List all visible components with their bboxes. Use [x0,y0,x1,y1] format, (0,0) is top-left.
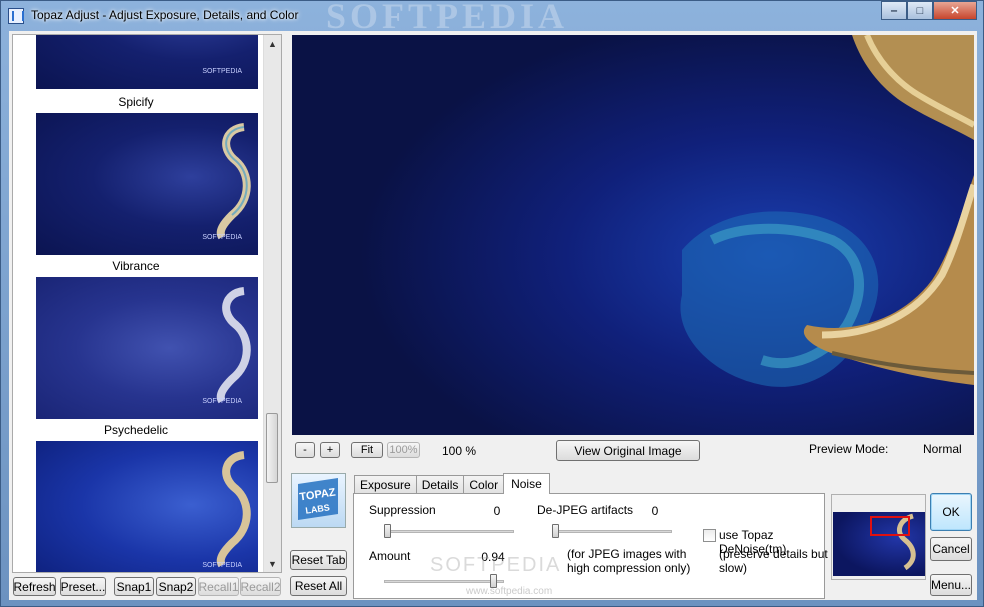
recall2-button[interactable]: Recall2 [240,577,281,596]
zoom-level: 100 % [442,444,477,458]
tab-color[interactable]: Color [463,475,505,494]
scrollbar-thumb[interactable] [266,413,278,483]
reset-tab-button[interactable]: Reset Tab [290,550,347,570]
navigator-thumbnail[interactable] [831,494,926,580]
dejpeg-slider-thumb[interactable] [552,524,559,538]
navigator-view-rectangle[interactable] [870,516,910,536]
refresh-button[interactable]: Refresh [13,577,56,596]
dejpeg-label: De-JPEG artifacts [537,503,634,517]
menu-button[interactable]: Menu... [930,574,972,596]
denoise-checkbox[interactable] [703,529,716,542]
cancel-button[interactable]: Cancel [930,537,972,561]
preview-island-illustration [292,35,974,435]
scroll-up-icon[interactable]: ▲ [264,35,281,52]
preset-button[interactable]: Preset... [60,577,106,596]
tab-noise[interactable]: Noise [503,473,550,494]
logo-graphic: TOPAZ LABS [298,478,338,520]
snap2-button[interactable]: Snap2 [156,577,196,596]
suppression-label: Suppression [369,503,436,517]
denoise-note: (preserve details but slow) [719,547,828,575]
client-area: SOFTPEDIA Spicify SOFTPEDIA Vibrance SOF… [9,31,977,600]
preset-thumbnail[interactable]: SOFTPEDIA [36,277,258,419]
preset-thumbnail[interactable]: SOFTPEDIA [36,35,258,89]
suppression-slider-track[interactable] [384,530,514,533]
thumbnail-watermark: SOFTPEDIA [202,398,242,405]
thumbnail-watermark: SOFTPEDIA [202,234,242,241]
island-shape [216,451,251,568]
amount-slider-track[interactable] [384,580,504,583]
preset-thumbnail[interactable]: SOFTPEDIA [36,441,258,572]
softpedia-url-watermark: www.softpedia.com [466,586,553,597]
thumbnail-watermark: SOFTPEDIA [202,562,242,569]
reset-all-button[interactable]: Reset All [290,576,347,596]
amount-label: Amount [369,549,411,563]
noise-panel: Suppression 0 Amount 0.94 De-JPEG artifa… [353,493,828,599]
title-bar[interactable]: Topaz Adjust - Adjust Exposure, Details,… [1,0,983,36]
preview-mode-value[interactable]: Normal [923,442,962,456]
preset-label[interactable]: Spicify [13,95,259,109]
tab-exposure[interactable]: Exposure [354,475,417,494]
recall1-button[interactable]: Recall1 [198,577,239,596]
scroll-down-icon[interactable]: ▼ [264,555,281,572]
zoom-100-button[interactable]: 100% [387,442,420,458]
island-shape [216,123,251,240]
close-button[interactable]: ✕ [933,1,977,20]
window-controls: ‒ □ ✕ [881,1,977,20]
adjustment-tabs: Exposure Details Color Noise [354,473,550,494]
tab-details[interactable]: Details [415,475,465,494]
preview-mode-label: Preview Mode: [809,442,889,456]
preset-label[interactable]: Psychedelic [13,423,259,437]
dejpeg-note: (for JPEG images with high compression o… [567,547,691,575]
fit-button[interactable]: Fit [351,442,383,458]
ok-button[interactable]: OK [930,493,972,531]
suppression-slider-thumb[interactable] [384,524,391,538]
preset-scrollbar[interactable]: ▲ ▼ [263,35,281,572]
thumbnail-watermark: SOFTPEDIA [202,68,242,75]
zoom-in-button[interactable]: + [320,442,340,458]
suppression-value[interactable]: 0 [480,502,514,520]
topaz-labs-logo: TOPAZ LABS [291,473,346,528]
app-window: Topaz Adjust - Adjust Exposure, Details,… [0,0,984,607]
preview-image[interactable] [292,35,974,435]
preset-list[interactable]: SOFTPEDIA Spicify SOFTPEDIA Vibrance SOF… [12,34,282,573]
softpedia-watermark: SOFTPEDIA [430,554,562,576]
view-original-button[interactable]: View Original Image [556,440,700,461]
snap1-button[interactable]: Snap1 [114,577,154,596]
preset-thumbnail[interactable]: SOFTPEDIA [36,113,258,255]
window-title: Topaz Adjust - Adjust Exposure, Details,… [31,8,299,22]
minimize-button[interactable]: ‒ [881,1,907,20]
preset-label[interactable]: Vibrance [13,259,259,273]
maximize-button[interactable]: □ [907,1,933,20]
app-icon[interactable] [8,8,24,24]
island-shape [216,287,251,404]
dejpeg-value[interactable]: 0 [638,502,672,520]
zoom-out-button[interactable]: - [295,442,315,458]
dejpeg-slider-track[interactable] [552,530,672,533]
